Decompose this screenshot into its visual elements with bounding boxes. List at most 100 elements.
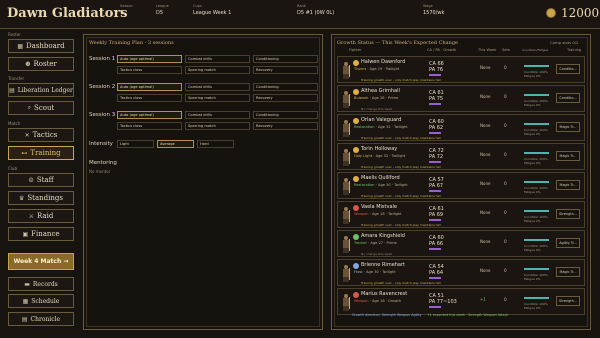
training-select[interactable]: Magic Tr... bbox=[556, 267, 580, 277]
fighter-row[interactable]: Orlan Valeguard Restoration · Age 32 · Tw… bbox=[337, 114, 585, 141]
session-3-tactics-option[interactable]: Tactics class bbox=[117, 122, 182, 130]
swords-icon: ⚔ bbox=[28, 212, 35, 220]
session-3-conditioning-option[interactable]: Conditioning bbox=[253, 111, 318, 119]
session-1-label: Session 1 bbox=[89, 56, 116, 62]
session-3-recovery-option[interactable]: Recovery bbox=[253, 122, 318, 130]
sidebar-item-standings[interactable]: ♛ Standings bbox=[8, 191, 74, 205]
session-2-sparring-option[interactable]: Sparring match bbox=[185, 94, 250, 102]
fighter-role: Restoration bbox=[354, 125, 375, 129]
sets-count: 0 bbox=[504, 123, 507, 128]
sidebar-item-roster[interactable]: ☻ Roster bbox=[8, 57, 74, 71]
fighter-role: Restoration bbox=[354, 183, 375, 187]
session-3-combat-option[interactable]: Combat drills bbox=[185, 111, 250, 119]
fighter-name: Amara Kingshield bbox=[361, 233, 405, 239]
session-2-combat-option[interactable]: Combat drills bbox=[185, 83, 250, 91]
session-1-conditioning-option[interactable]: Conditioning bbox=[253, 55, 318, 63]
search-icon: ⌕ bbox=[27, 104, 32, 111]
grid-icon: ▦ bbox=[17, 42, 24, 50]
session-1-combat-option[interactable]: Combat drills bbox=[185, 55, 250, 63]
training-select[interactable]: Conditio... bbox=[556, 64, 580, 74]
fighter-role: Holy Light bbox=[354, 154, 373, 158]
training-select[interactable]: Conditio... bbox=[556, 93, 580, 103]
fatigue-text: Fatigue 0% bbox=[524, 161, 541, 165]
fatigue-text: Fatigue 0% bbox=[524, 306, 541, 310]
sidebar-item-finance[interactable]: ▣ Finance bbox=[8, 227, 74, 241]
training-select[interactable]: Magic Tr... bbox=[556, 122, 580, 132]
pa-value: PA 64 bbox=[429, 270, 444, 276]
sidebar-item-dashboard[interactable]: ▦ Dashboard bbox=[8, 39, 74, 53]
top-bar: Dawn Gladiators Season 1 League D5 Cups Lea… bbox=[0, 0, 600, 29]
calendar-icon: ▦ bbox=[22, 297, 29, 305]
session-2-recovery-option[interactable]: Recovery bbox=[253, 94, 318, 102]
session-3-auto-option[interactable]: Auto (age optimal) bbox=[117, 111, 182, 119]
condition-bar bbox=[524, 268, 549, 270]
fighter-age-stage: · Age 16 · Growth bbox=[368, 299, 402, 303]
fighter-row[interactable]: Halwen Dawnford Thorns · Age 19 · Twiligh… bbox=[337, 56, 585, 83]
ca-pa-values: CA 72 PA 72 bbox=[429, 148, 444, 160]
session-3-label: Session 3 bbox=[89, 112, 116, 118]
fighter-role: Tracker bbox=[354, 241, 367, 245]
training-select[interactable]: Magic Tr... bbox=[556, 180, 580, 190]
fatigue-text: Fatigue 0% bbox=[524, 132, 541, 136]
session-2-auto-option[interactable]: Auto (age optimal) bbox=[117, 83, 182, 91]
condition-fatigue: Condition 100% Fatigue 0% bbox=[524, 186, 548, 194]
next-match-button[interactable]: Week 4 Match → bbox=[8, 253, 74, 270]
sidebar-item-training[interactable]: ⊷ Training bbox=[8, 146, 74, 160]
sets-count: 0 bbox=[504, 210, 507, 215]
training-select[interactable]: Agility Tr... bbox=[556, 238, 580, 248]
session-1-tactics-option[interactable]: Tactics class bbox=[117, 66, 182, 74]
pa-value: PA 76 bbox=[429, 67, 444, 73]
fighter-age-stage: · Age 27 · Prime bbox=[366, 241, 397, 245]
fighter-info: Restoration · Age 30 · Twilight bbox=[354, 183, 408, 187]
session-3-sparring-option[interactable]: Sparring match bbox=[185, 122, 250, 130]
camp-slots: Camp slots 0/2 bbox=[550, 40, 579, 45]
pa-value: PA 69 bbox=[429, 212, 444, 218]
ca-pa-values: CA 54 PA 64 bbox=[429, 264, 444, 276]
sidebar-item-tactics[interactable]: ✕ Tactics bbox=[8, 128, 74, 142]
training-select[interactable]: Magic Tr... bbox=[556, 151, 580, 161]
this-week-change: None bbox=[480, 181, 491, 186]
growth-note: No change this week bbox=[361, 252, 393, 256]
fighter-row[interactable]: Marius Ravencrest Weapon · Age 16 · Growt… bbox=[337, 288, 585, 315]
sidebar-item-liberation-ledger[interactable]: ▤ Liberation Ledger bbox=[8, 83, 74, 97]
fighter-row[interactable]: Vaela Mistvale Weapon · Age 18 · Twilight… bbox=[337, 201, 585, 228]
potential-bar bbox=[429, 219, 441, 221]
club-title: Dawn Gladiators bbox=[7, 6, 128, 21]
fighter-row[interactable]: Althea Grimhall Bulwark · Age 28 · Prime C… bbox=[337, 85, 585, 112]
training-select[interactable]: Strength... bbox=[556, 209, 580, 219]
potential-bar bbox=[429, 306, 441, 308]
condition-fatigue: Condition 100% Fatigue 0% bbox=[524, 273, 548, 281]
session-1-auto-option[interactable]: Auto (age optimal) bbox=[117, 55, 182, 63]
rank-stat: Rank D5 #1 (0W 0L) bbox=[297, 4, 335, 16]
fighter-row[interactable]: Maelis Quillford Restoration · Age 30 · T… bbox=[337, 172, 585, 199]
intensity-light-option[interactable]: Light bbox=[117, 140, 154, 148]
condition-fatigue: Condition 100% Fatigue 0% bbox=[524, 302, 548, 310]
training-select[interactable]: Strength... bbox=[556, 296, 580, 306]
sidebar-item-raid[interactable]: ⚔ Raid bbox=[8, 209, 74, 223]
sidebar-item-schedule[interactable]: ▦ Schedule bbox=[8, 294, 74, 308]
sidebar-item-chronicle[interactable]: ▤ Chronicle bbox=[8, 312, 74, 326]
fighter-info: Thorns · Age 19 · Twilight bbox=[354, 67, 399, 71]
fighter-age-stage: · Age 18 · Twilight bbox=[368, 212, 402, 216]
sidebar-item-records[interactable]: ▬ Records bbox=[8, 277, 74, 291]
fatigue-text: Fatigue 0% bbox=[524, 248, 541, 252]
condition-fatigue: Condition 100% Fatigue 0% bbox=[524, 99, 548, 107]
fighter-row[interactable]: Torin Holloway Holy Light · Age 32 · Twil… bbox=[337, 143, 585, 170]
fighter-avatar bbox=[341, 265, 351, 282]
ca-pa-values: CA 61 PA 75 bbox=[429, 90, 444, 102]
tactics-icon: ✕ bbox=[24, 131, 30, 139]
intensity-average-option[interactable]: Average bbox=[157, 140, 194, 148]
fighter-avatar bbox=[341, 178, 351, 195]
fighter-row[interactable]: Amara Kingshield Tracker · Age 27 · Prime… bbox=[337, 230, 585, 257]
intensity-hard-option[interactable]: Hard bbox=[197, 140, 234, 148]
sidebar-item-staff[interactable]: ☺ Staff bbox=[8, 173, 74, 187]
fighter-row[interactable]: Brienne Rimehart Frost · Age 30 · Twiligh… bbox=[337, 259, 585, 286]
session-1-sparring-option[interactable]: Sparring match bbox=[185, 66, 250, 74]
condition-fatigue: Condition 100% Fatigue 0% bbox=[524, 215, 548, 223]
condition-bar bbox=[524, 181, 549, 183]
sidebar-item-scout[interactable]: ⌕ Scout bbox=[8, 101, 74, 115]
session-2-tactics-option[interactable]: Tactics class bbox=[117, 94, 182, 102]
fighter-name: Marius Ravencrest bbox=[361, 291, 408, 297]
session-2-conditioning-option[interactable]: Conditioning bbox=[253, 83, 318, 91]
session-1-recovery-option[interactable]: Recovery bbox=[253, 66, 318, 74]
